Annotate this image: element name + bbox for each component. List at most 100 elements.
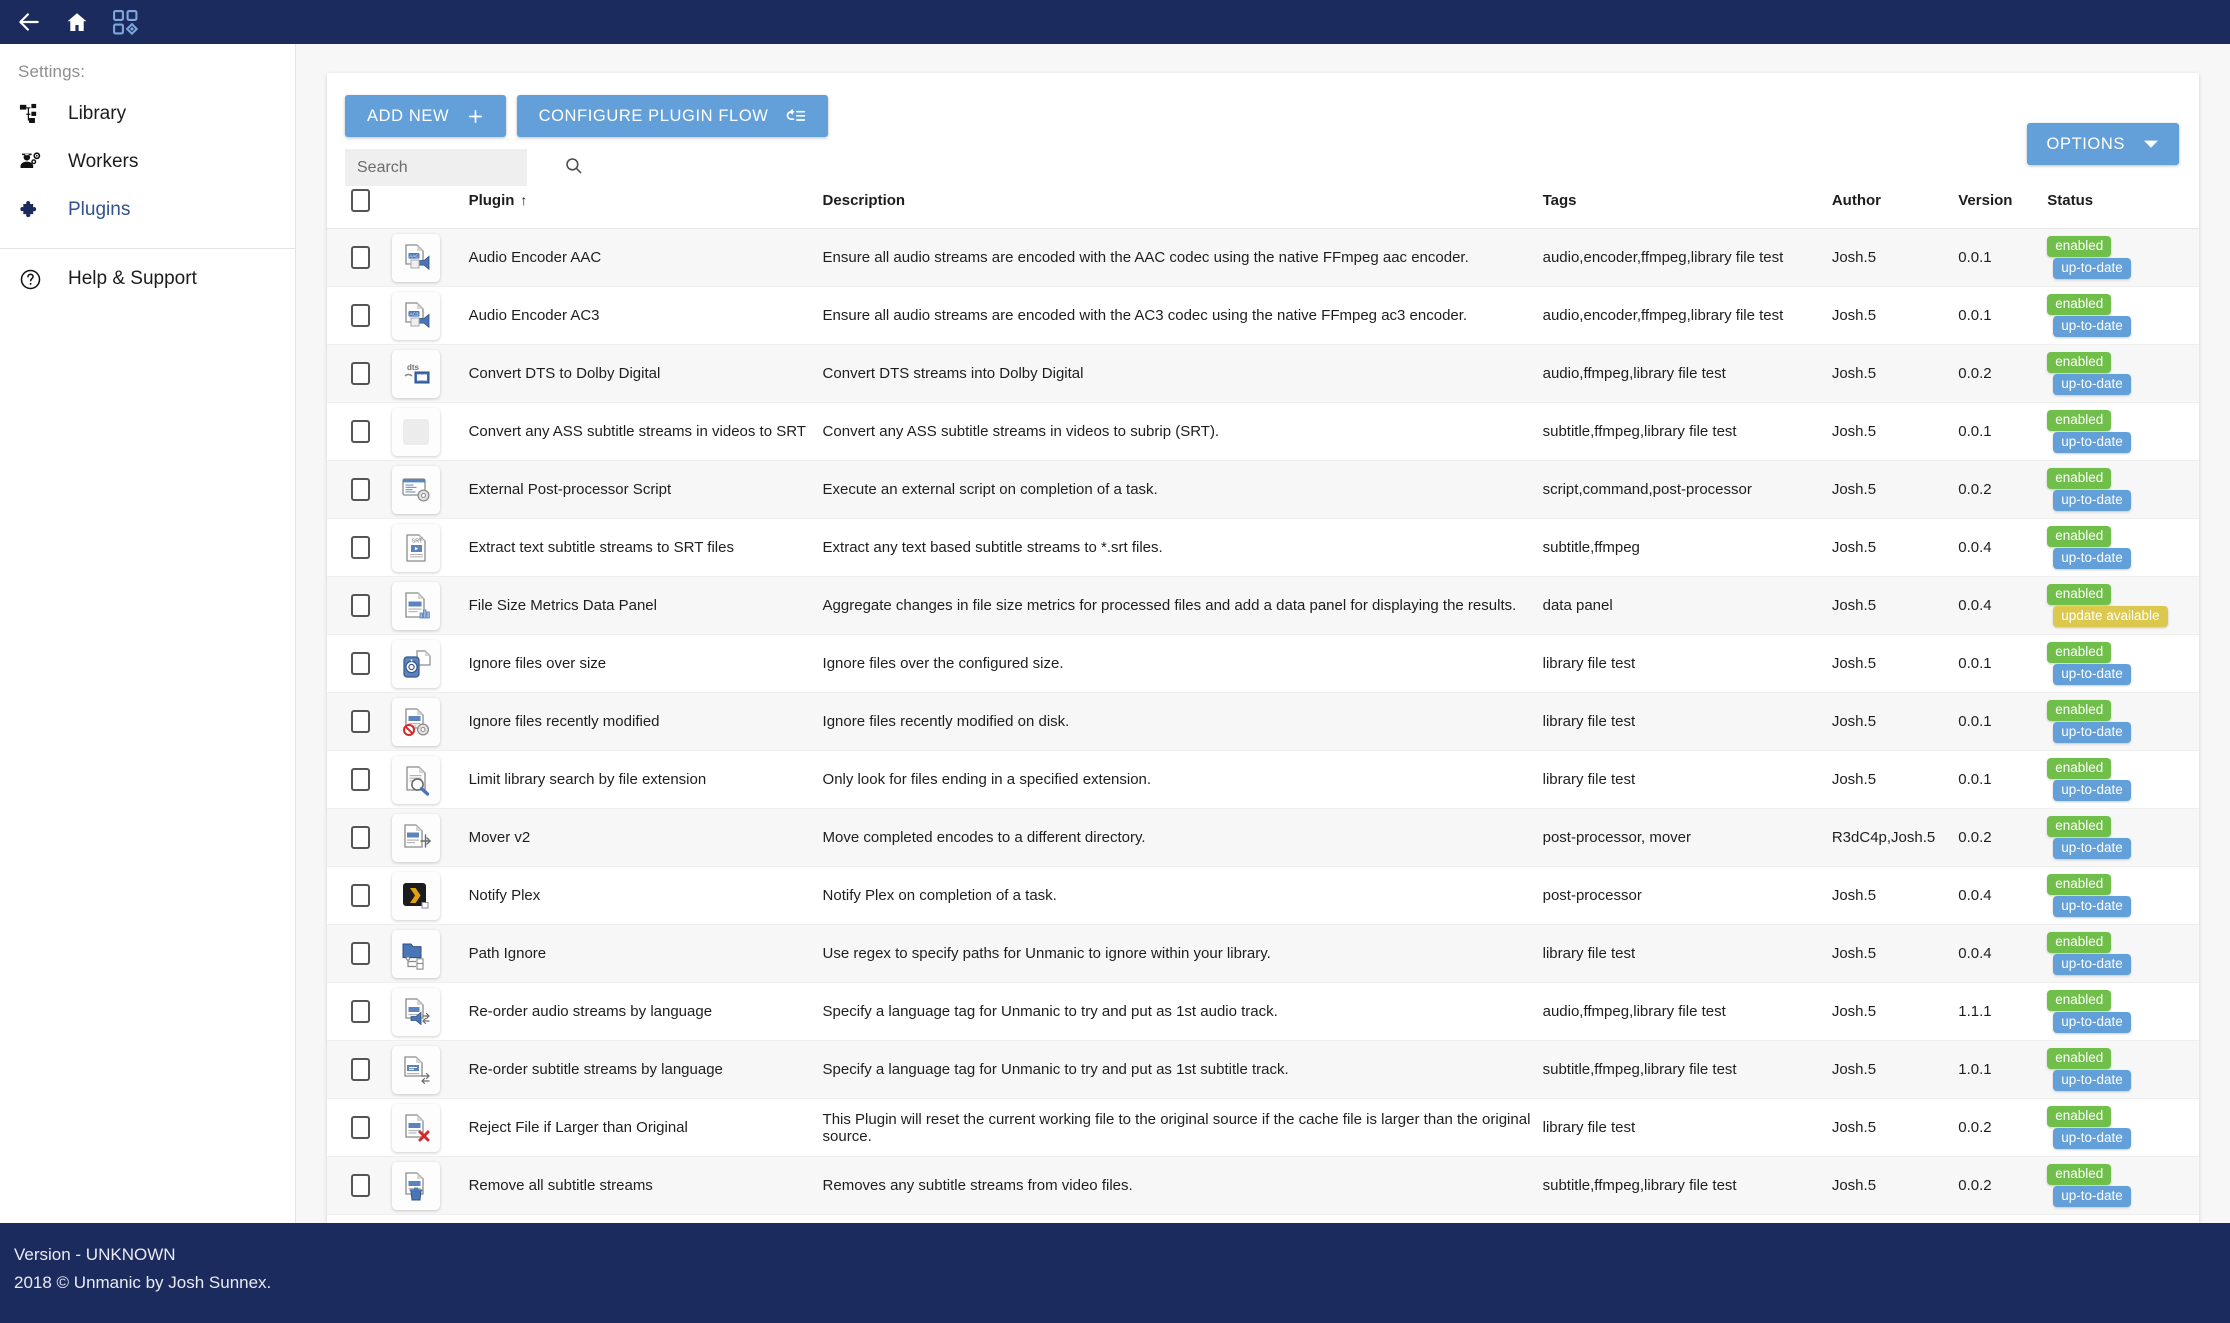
plugin-status-cell: enabled up-to-date (2047, 460, 2199, 519)
plugin-tags-cell: library file test (1542, 1098, 1832, 1157)
table-row[interactable]: dts Convert DTS to Dolby Digital Convert D… (327, 344, 2199, 403)
plugin-status-cell: enabled up-to-date (2047, 1156, 2199, 1215)
row-checkbox[interactable] (351, 1000, 370, 1023)
plugin-name-cell: Reject File if Larger than Original (468, 1098, 823, 1157)
row-checkbox[interactable] (351, 1174, 370, 1197)
row-checkbox[interactable] (351, 536, 370, 559)
plugin-icon-cell: dts (387, 344, 469, 403)
author-header[interactable]: Author (1831, 181, 1959, 229)
plugin-status-cell: enabled up-to-date (2047, 286, 2199, 345)
plugin-version-cell: 0.0.4 (1958, 576, 2048, 635)
status-badge-group: enabled up-to-date (2047, 294, 2199, 337)
row-select-cell (327, 518, 388, 577)
add-new-button[interactable]: ADD NEW (345, 95, 507, 137)
plugin-author-cell: Josh.5 (1831, 228, 1959, 287)
status-badge-group: enabled update available (2047, 584, 2199, 627)
version-header[interactable]: Version (1958, 181, 2048, 229)
footer-copyright: 2018 © Unmanic by Josh Sunnex. (14, 1273, 272, 1293)
plugin-author-cell: Josh.5 (1831, 1156, 1959, 1215)
row-select-cell (327, 924, 388, 983)
table-row[interactable]: Notify Plex Notify Plex on completion of … (327, 866, 2199, 925)
table-row[interactable]: Mover v2 Move completed encodes to a diff… (327, 808, 2199, 867)
table-row[interactable]: AAC Audio Encoder AAC Ensure all audio str… (327, 228, 2199, 287)
row-checkbox[interactable] (351, 304, 370, 327)
search-box[interactable] (345, 149, 582, 186)
plugin-description-cell: Ensure all audio streams are encoded wit… (822, 286, 1543, 345)
row-checkbox[interactable] (351, 652, 370, 675)
sidebar-item-workers[interactable]: Workers (0, 138, 295, 186)
row-checkbox[interactable] (351, 1116, 370, 1139)
table-row[interactable]: Remove all subtitle streams Removes any s… (327, 1156, 2199, 1215)
sidebar-item-label: Help & Support (68, 268, 197, 289)
description-header[interactable]: Description (822, 181, 1543, 229)
home-icon[interactable] (60, 5, 94, 39)
sidebar-item-library[interactable]: Library (0, 90, 295, 138)
row-checkbox[interactable] (351, 1058, 370, 1081)
row-checkbox[interactable] (351, 594, 370, 617)
table-row[interactable]: Limit library search by file extension On… (327, 750, 2199, 809)
row-select-cell (327, 460, 388, 519)
status-header[interactable]: Status (2047, 181, 2199, 229)
plugin-header[interactable]: Plugin ↑ (468, 181, 823, 229)
row-checkbox[interactable] (351, 826, 370, 849)
table-row[interactable]: Convert any ASS subtitle streams in vide… (327, 402, 2199, 461)
table-row[interactable]: Ignore files recently modified Ignore fil… (327, 692, 2199, 751)
plugin-description-cell: Convert any ASS subtitle streams in vide… (822, 402, 1543, 461)
table-row[interactable]: AC3 Audio Encoder AC3 Ensure all audio str… (327, 286, 2199, 345)
tags-header[interactable]: Tags (1542, 181, 1832, 229)
table-row[interactable]: External Post-processor Script Execute an… (327, 460, 2199, 519)
plugin-description-cell: Execute an external script on completion… (822, 460, 1543, 519)
plugin-version-cell: 0.0.1 (1958, 750, 2048, 809)
sidebar: Settings: Library Workers Plugins Help &… (0, 44, 296, 1223)
plugin-description-cell: Only look for files ending in a specifie… (822, 750, 1543, 809)
sidebar-item-plugins[interactable]: Plugins (0, 186, 295, 234)
plugin-description-cell: Ignore files recently modified on disk. (822, 692, 1543, 751)
sidebar-item-help-support[interactable]: Help & Support (0, 255, 295, 303)
sidebar-item-label: Library (68, 103, 127, 124)
audio-reorder-icon (391, 987, 440, 1036)
status-badge: up-to-date (2053, 664, 2131, 685)
row-checkbox[interactable] (351, 246, 370, 269)
table-row[interactable]: Path Ignore Use regex to specify paths fo… (327, 924, 2199, 983)
table-row[interactable]: Re-order audio streams by language Specif… (327, 982, 2199, 1041)
configure-plugin-flow-button[interactable]: CONFIGURE PLUGIN FLOW (516, 95, 829, 137)
svg-text:SRT: SRT (411, 538, 423, 544)
dashboard-grid-icon[interactable] (108, 5, 142, 39)
plugin-icon-cell (387, 692, 469, 751)
status-badge-group: enabled up-to-date (2047, 932, 2199, 975)
plugin-tags-cell: subtitle,ffmpeg,library file test (1542, 1156, 1832, 1215)
flow-icon (786, 108, 806, 125)
select-all-checkbox[interactable] (351, 189, 370, 212)
status-badge: enabled (2047, 410, 2112, 431)
plugin-name-cell: Audio Encoder AC3 (468, 286, 823, 345)
plugin-name-cell: Ignore files over size (468, 634, 823, 693)
table-row[interactable]: SRT Extract text subtitle streams to SRT … (327, 518, 2199, 577)
plugin-description-cell: This Plugin will reset the current worki… (822, 1098, 1543, 1157)
status-badge: up-to-date (2053, 1070, 2131, 1091)
table-header-row: Plugin ↑ Description Tags Author Version … (327, 181, 2199, 229)
row-checkbox[interactable] (351, 478, 370, 501)
options-button[interactable]: OPTIONS (2026, 123, 2179, 165)
table-row[interactable]: Reject File if Larger than Original This … (327, 1098, 2199, 1157)
row-checkbox[interactable] (351, 884, 370, 907)
row-checkbox[interactable] (351, 362, 370, 385)
row-checkbox[interactable] (351, 768, 370, 791)
footer: Version - UNKNOWN 2018 © Unmanic by Josh… (0, 1223, 2230, 1323)
row-checkbox[interactable] (351, 942, 370, 965)
search-input[interactable] (357, 158, 564, 177)
row-checkbox[interactable] (351, 420, 370, 443)
search-icon[interactable] (564, 156, 583, 180)
table-row[interactable]: Re-order subtitle streams by language Spe… (327, 1040, 2199, 1099)
plugin-icon-cell (387, 750, 469, 809)
row-select-cell (327, 692, 388, 751)
sidebar-item-label: Plugins (68, 199, 131, 220)
back-icon[interactable] (12, 5, 46, 39)
row-checkbox[interactable] (351, 710, 370, 733)
status-badge: up-to-date (2053, 548, 2131, 569)
plugin-version-cell: 1.0.1 (1958, 1040, 2048, 1099)
plugin-icon-cell (387, 924, 469, 983)
footer-version: Version - UNKNOWN (14, 1245, 176, 1264)
row-select-cell (327, 808, 388, 867)
table-row[interactable]: Ignore files over size Ignore files over … (327, 634, 2199, 693)
table-row[interactable]: File Size Metrics Data Panel Aggregate ch… (327, 576, 2199, 635)
